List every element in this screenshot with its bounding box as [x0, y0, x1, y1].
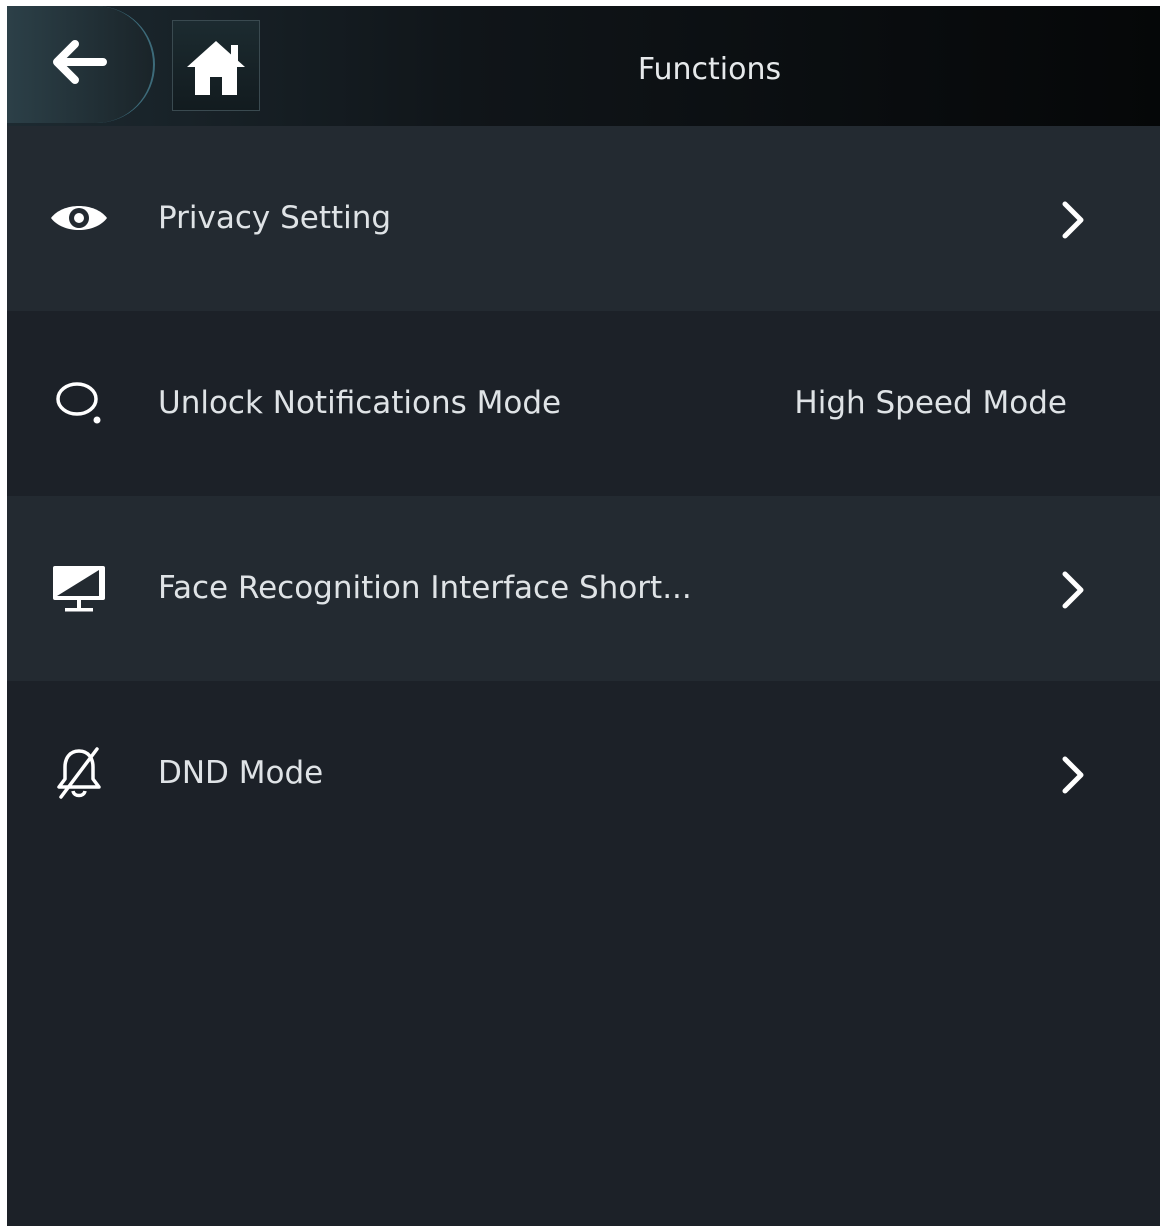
home-button[interactable] — [172, 20, 260, 111]
menu-item-privacy-setting[interactable]: Privacy Setting — [7, 126, 1160, 311]
menu-item-label: DND Mode — [158, 755, 324, 791]
menu-item-dnd-mode[interactable]: DND Mode — [7, 681, 1160, 866]
menu-item-unlock-notifications-mode[interactable]: Unlock Notifications Mode High Speed Mod… — [7, 311, 1160, 496]
eye-icon — [51, 206, 107, 230]
screen: Functions Privacy Setting Unlock Notific… — [7, 6, 1160, 1226]
menu-item-label: Face Recognition Interface Short... — [158, 570, 692, 606]
menu-item-label: Unlock Notifications Mode — [158, 385, 562, 421]
chat-bubble-icon — [56, 382, 101, 424]
menu-item-value: High Speed Mode — [794, 385, 1067, 421]
bell-off-icon — [57, 747, 101, 799]
chevron-right-icon — [1062, 201, 1084, 239]
chevron-right-icon — [1062, 571, 1084, 609]
home-icon — [187, 41, 245, 95]
back-button[interactable] — [7, 6, 155, 123]
menu-item-face-recognition-interface[interactable]: Face Recognition Interface Short... — [7, 496, 1160, 681]
page-title: Functions — [637, 52, 782, 87]
monitor-icon — [53, 566, 105, 612]
chevron-right-icon — [1062, 756, 1084, 794]
arrow-left-icon — [53, 40, 107, 84]
menu-item-label: Privacy Setting — [158, 200, 392, 236]
settings-list: Privacy Setting Unlock Notifications Mod… — [7, 126, 1160, 866]
top-bar: Functions — [7, 6, 1160, 126]
